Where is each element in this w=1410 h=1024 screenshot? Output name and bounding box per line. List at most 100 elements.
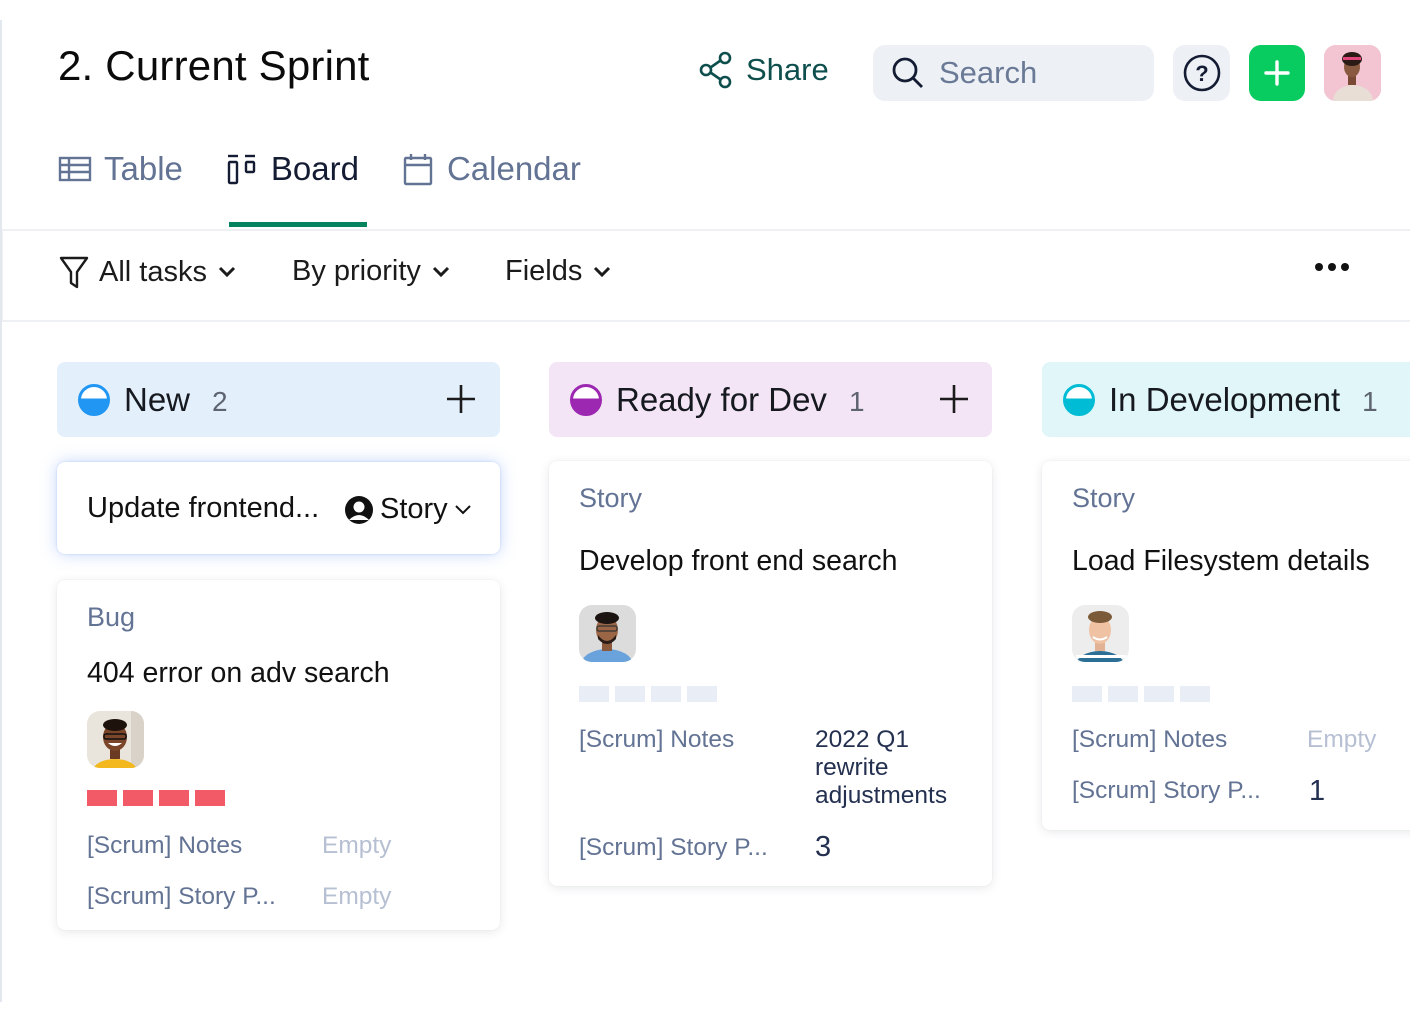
calendar-icon [403, 154, 433, 186]
tab-calendar[interactable]: Calendar [401, 140, 581, 198]
column-title: New [124, 380, 191, 418]
field-value-story-points[interactable]: Empty [322, 883, 391, 911]
card-title: 404 error on adv search [87, 657, 390, 689]
status-in-dev-icon [1063, 383, 1095, 416]
new-card-editor[interactable]: Update frontend... Story [57, 462, 500, 554]
priority-segment [159, 790, 189, 806]
column-header-in-development: In Development 1 [1042, 362, 1410, 437]
add-card-icon[interactable] [444, 382, 478, 416]
share-button[interactable]: Share [698, 50, 829, 90]
chevron-down-icon [432, 266, 449, 277]
field-label-notes: [Scrum] Notes [579, 726, 735, 753]
card-title: Develop front end search [579, 545, 898, 577]
priority-segment [1072, 686, 1102, 702]
card-title: Load Filesystem details [1072, 545, 1370, 577]
avatar-photo [87, 711, 144, 768]
card-type-select[interactable]: Story [344, 493, 472, 526]
search-box[interactable] [873, 45, 1154, 101]
add-button[interactable] [1249, 45, 1305, 101]
plus-icon [1264, 60, 1290, 86]
card-type-label: Story [380, 493, 448, 525]
search-icon [892, 57, 923, 88]
user-avatar[interactable] [1324, 45, 1381, 101]
card-type: Story [579, 483, 643, 513]
avatar-photo [1324, 45, 1381, 101]
avatar-photo [1072, 605, 1129, 662]
column-header-new: New 2 [57, 362, 500, 437]
user-circle-icon [345, 495, 373, 524]
field-label-notes: [Scrum] Notes [87, 832, 243, 859]
assignee-avatar[interactable] [87, 711, 144, 768]
card-type: Bug [87, 602, 136, 632]
avatar-photo [579, 605, 636, 662]
column-count: 2 [212, 385, 228, 417]
priority-segment [579, 686, 609, 702]
group-by-label: By priority [292, 255, 421, 287]
board-toolbar: All tasks By priority Fields [2, 229, 1410, 322]
status-ready-icon [570, 383, 602, 416]
column-header-ready-for-dev: Ready for Dev 1 [549, 362, 992, 437]
task-card[interactable]: Bug 404 error on adv search [Scrum] Note… [57, 580, 500, 930]
view-tabs: Table Board Calendar [58, 140, 623, 230]
field-label-notes: [Scrum] Notes [1072, 726, 1228, 753]
more-horizontal-icon [1315, 263, 1323, 271]
table-icon [58, 156, 92, 182]
priority-segment [1108, 686, 1138, 702]
field-value-story-points[interactable]: 3 [815, 833, 831, 862]
active-tab-indicator [228, 222, 367, 227]
field-label-story-points: [Scrum] Story P... [1072, 777, 1261, 804]
page-title: 2. Current Sprint [58, 42, 370, 89]
fields-label: Fields [505, 255, 583, 287]
task-card[interactable]: Story Develop front end search [Scrum] N… [549, 461, 992, 886]
priority-segment [195, 790, 225, 806]
tab-table-label: Table [104, 150, 183, 187]
search-input[interactable] [939, 55, 1139, 91]
add-card-icon[interactable] [937, 382, 971, 416]
svg-text:?: ? [1195, 61, 1208, 86]
new-card-title-input[interactable]: Update frontend... [87, 492, 319, 525]
priority-segment [1144, 686, 1174, 702]
field-value-notes[interactable]: Empty [322, 832, 391, 860]
board-icon [227, 154, 256, 185]
priority-indicator [1072, 686, 1210, 702]
status-new-icon [78, 383, 110, 416]
share-label: Share [746, 52, 829, 87]
priority-segment [687, 686, 717, 702]
assignee-avatar[interactable] [1072, 605, 1129, 662]
field-value-notes[interactable]: Empty [1307, 726, 1376, 754]
priority-indicator [87, 790, 225, 806]
column-count: 1 [848, 385, 865, 417]
priority-segment [87, 790, 117, 806]
field-value-notes[interactable]: 2022 Q1 rewrite adjustments [815, 726, 965, 810]
chevron-down-icon [594, 266, 611, 277]
task-card[interactable]: Story Load Filesystem details [Scrum] No… [1042, 461, 1410, 830]
question-circle-icon: ? [1183, 54, 1220, 92]
window-edge [0, 20, 2, 1002]
tab-board[interactable]: Board [225, 140, 367, 227]
share-icon [699, 51, 732, 89]
tab-calendar-label: Calendar [446, 150, 581, 187]
more-options-button[interactable] [1315, 263, 1349, 271]
fields-dropdown[interactable]: Fields [505, 255, 612, 288]
field-label-story-points: [Scrum] Story P... [579, 834, 768, 861]
filter-label: All tasks [99, 255, 207, 288]
priority-segment [123, 790, 153, 806]
group-by-dropdown[interactable]: By priority [292, 255, 451, 288]
assignee-avatar[interactable] [579, 605, 636, 662]
column-count: 1 [1362, 385, 1378, 417]
chevron-down-icon [454, 504, 471, 514]
column-title: In Development [1109, 380, 1341, 418]
chevron-down-icon [218, 266, 236, 278]
filter-icon [59, 256, 89, 289]
help-button[interactable]: ? [1173, 45, 1230, 101]
column-title: Ready for Dev [616, 380, 827, 418]
priority-segment [1180, 686, 1210, 702]
priority-indicator [579, 686, 717, 702]
tab-board-label: Board [270, 150, 359, 187]
tab-table[interactable]: Table [58, 140, 183, 198]
filter-dropdown[interactable]: All tasks [59, 255, 237, 289]
priority-segment [651, 686, 681, 702]
field-value-story-points[interactable]: 1 [1309, 777, 1325, 806]
priority-segment [615, 686, 645, 702]
card-type: Story [1072, 483, 1136, 513]
